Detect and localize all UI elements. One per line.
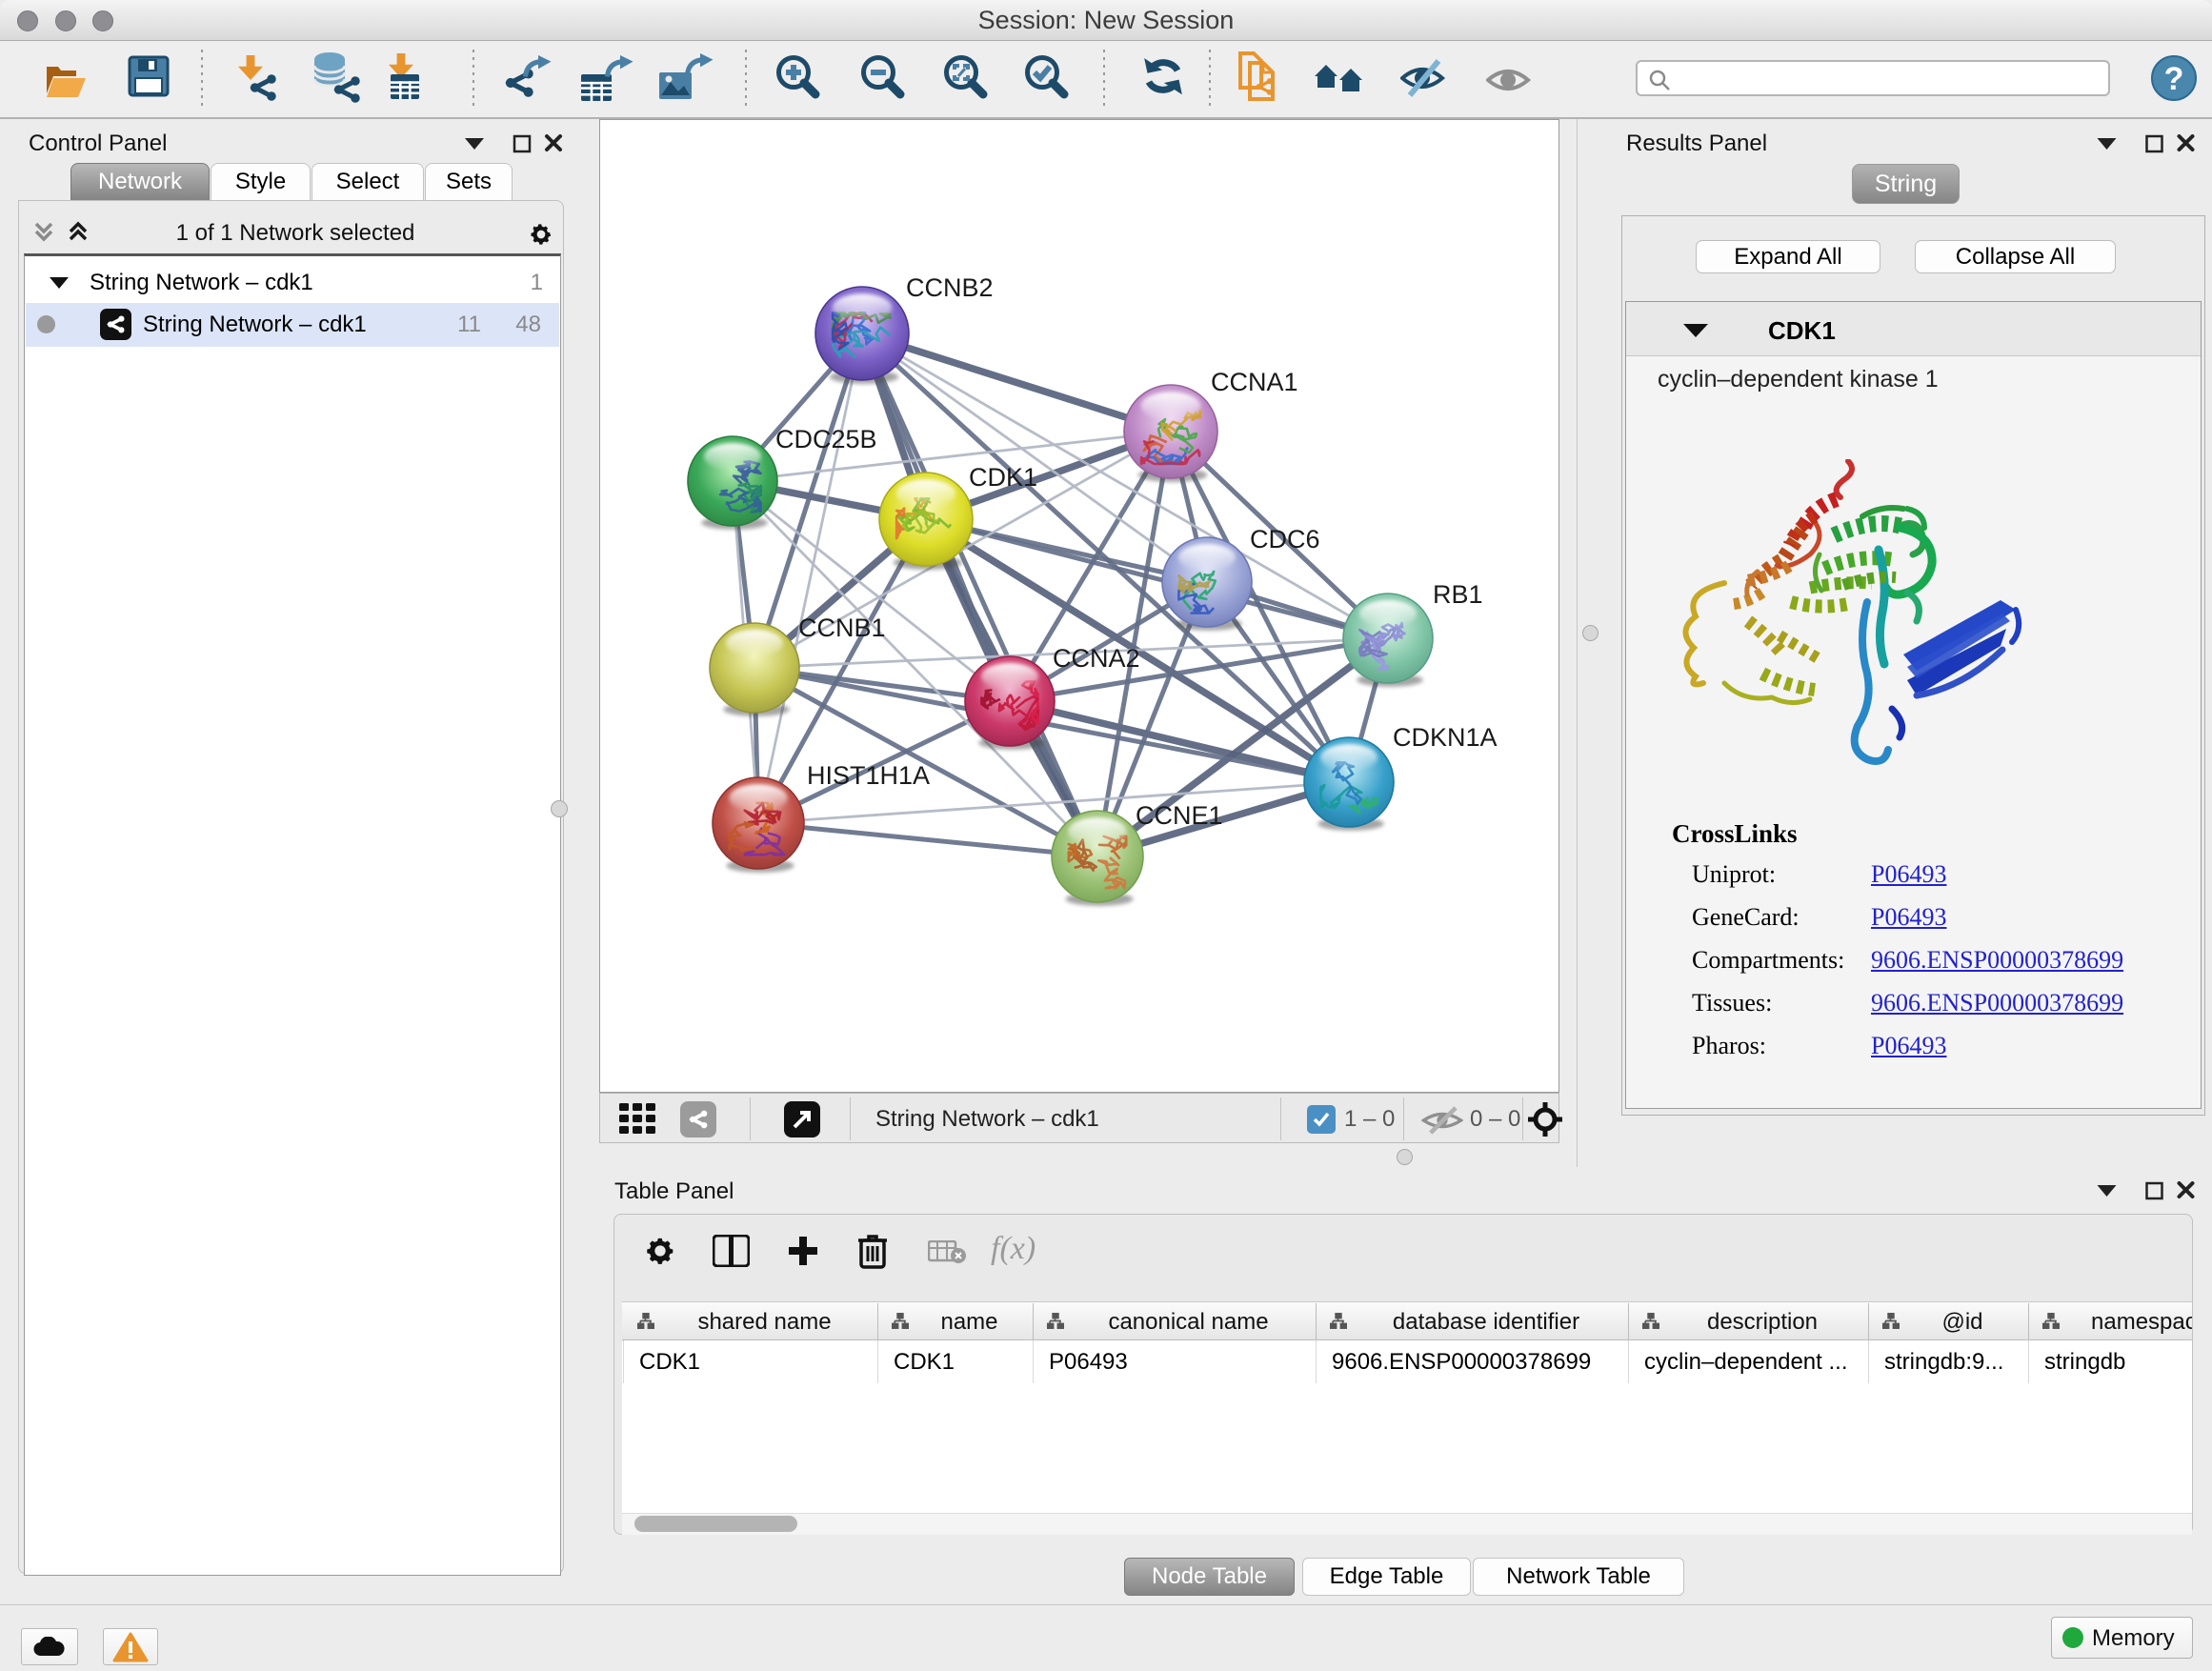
svg-text:RB1: RB1	[1433, 580, 1483, 609]
svg-text:CDK1: CDK1	[969, 463, 1037, 492]
svg-text:HIST1H1A: HIST1H1A	[807, 761, 930, 790]
svg-text:CDC6: CDC6	[1250, 525, 1320, 554]
svg-text:CDC25B: CDC25B	[775, 425, 877, 453]
svg-text:CDKN1A: CDKN1A	[1393, 723, 1498, 752]
svg-text:CCNB2: CCNB2	[906, 273, 994, 302]
svg-text:CCNA2: CCNA2	[1053, 644, 1140, 673]
svg-text:CCNE1: CCNE1	[1136, 801, 1223, 830]
svg-text:CCNB1: CCNB1	[798, 614, 886, 642]
svg-text:CCNA1: CCNA1	[1211, 368, 1298, 396]
